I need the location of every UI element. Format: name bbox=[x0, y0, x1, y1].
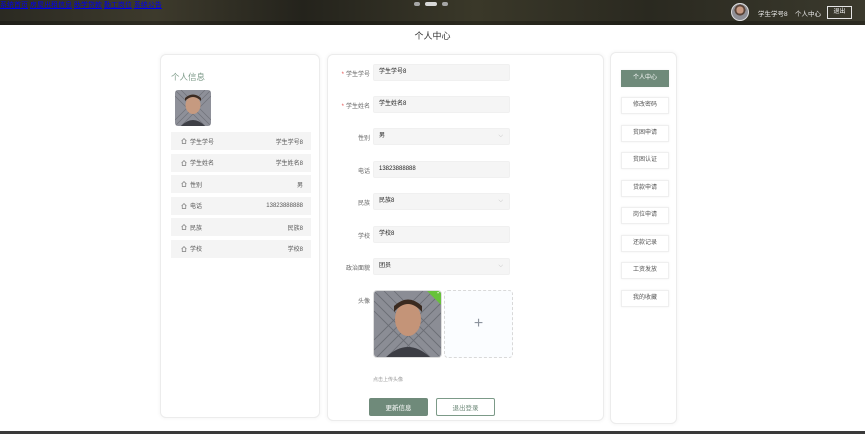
required-marker: * bbox=[341, 72, 344, 78]
check-icon: ✓ bbox=[436, 290, 442, 296]
menu-item-poverty-application[interactable]: 贫困申请 bbox=[621, 125, 669, 142]
logout-button[interactable]: 退出登录 bbox=[436, 398, 495, 416]
info-label: 性别 bbox=[190, 182, 203, 189]
field-label-school: 学校 bbox=[357, 234, 370, 240]
info-value: 民族8 bbox=[287, 225, 303, 232]
nav-item-loans[interactable]: 助学贷款 bbox=[74, 2, 102, 9]
uploaded-avatar-image[interactable]: ✓ bbox=[373, 290, 442, 358]
nav-item-rental[interactable]: 房屋出租信息 bbox=[30, 2, 72, 9]
menu-item-job-application[interactable]: 岗位申请 bbox=[621, 207, 669, 224]
menu-item-salary-payment[interactable]: 工资发放 bbox=[621, 262, 669, 279]
info-row-student-id: 学生学号 学生学号8 bbox=[171, 132, 311, 150]
student-name-input[interactable]: 学生姓名8 bbox=[373, 96, 510, 113]
menu-item-change-password[interactable]: 修改密码 bbox=[621, 97, 669, 114]
plus-icon: + bbox=[473, 315, 484, 332]
info-value: 学校8 bbox=[287, 247, 303, 253]
carousel-dot[interactable] bbox=[414, 2, 420, 6]
upload-add-button[interactable]: + bbox=[444, 290, 513, 358]
side-menu: 个人中心 修改密码 贫困申请 贫困认证 贷款申请 岗位申请 还款记录 工资发放 … bbox=[610, 52, 677, 424]
chevron-down-icon: ⌵ bbox=[498, 198, 503, 204]
carousel-dot-active[interactable] bbox=[425, 2, 437, 6]
profile-edit-form: * 学生学号 学生学号8 * 学生姓名 学生姓名8 性别 男 ⌵ 电话 1382388… bbox=[327, 54, 604, 421]
header-personal-center-link[interactable]: 个人中心 bbox=[795, 8, 821, 18]
field-label-ethnicity: 民族 bbox=[357, 201, 370, 207]
info-row-school: 学校 学校8 bbox=[171, 239, 311, 258]
menu-item-personal-center[interactable]: 个人中心 bbox=[621, 70, 669, 87]
student-id-input[interactable]: 学生学号8 bbox=[373, 64, 510, 81]
nav-item-home[interactable]: 系统首页 bbox=[0, 2, 28, 9]
info-value: 男 bbox=[296, 182, 303, 189]
menu-item-repayment-records[interactable]: 还款记录 bbox=[621, 235, 669, 252]
field-label-gender: 性别 bbox=[357, 136, 370, 142]
info-label: 电话 bbox=[190, 204, 203, 210]
home-icon bbox=[181, 224, 187, 230]
profile-info-card: 个人信息 学生学号 学生学号8 学生姓名 学生姓名8 性别 男 电话 13823… bbox=[160, 54, 320, 418]
info-label: 学校 bbox=[190, 247, 203, 253]
home-icon bbox=[181, 159, 187, 166]
info-value: 学生姓名8 bbox=[275, 161, 303, 167]
field-label-avatar: 头像 bbox=[357, 299, 370, 305]
info-value: 13823888888 bbox=[266, 202, 303, 209]
carousel-indicator bbox=[414, 2, 448, 6]
profile-info-list: 学生学号 学生学号8 学生姓名 学生姓名8 性别 男 电话 1382388888… bbox=[171, 132, 311, 261]
info-label: 学生姓名 bbox=[190, 161, 215, 167]
info-row-phone: 电话 13823888888 bbox=[171, 196, 311, 215]
home-icon bbox=[181, 138, 187, 144]
profile-info-title: 个人信息 bbox=[171, 72, 206, 82]
menu-item-poverty-certification[interactable]: 贫困认证 bbox=[621, 152, 669, 169]
top-banner: 系统首页 房屋出租信息 助学贷款 勤工岗位 系统公告 学生学号8 个人中心 退出 bbox=[0, 0, 865, 25]
carousel-dot[interactable] bbox=[442, 2, 448, 6]
field-label-student-name: * 学生姓名 bbox=[341, 104, 370, 110]
field-label-political-status: 政治面貌 bbox=[345, 266, 370, 272]
ethnicity-select[interactable]: 民族8 ⌵ bbox=[373, 193, 510, 210]
info-label: 学生学号 bbox=[190, 139, 215, 146]
update-info-button[interactable]: 更新信息 bbox=[369, 398, 428, 416]
header-user-name[interactable]: 学生学号8 bbox=[758, 8, 788, 18]
required-marker: * bbox=[341, 104, 344, 110]
upload-tip: 点击上传头像 bbox=[373, 377, 404, 383]
chevron-down-icon: ⌵ bbox=[498, 263, 503, 269]
school-input[interactable]: 学校8 bbox=[373, 226, 510, 243]
home-icon bbox=[181, 181, 187, 187]
political-status-select[interactable]: 团员 ⌵ bbox=[373, 258, 510, 275]
chevron-down-icon: ⌵ bbox=[498, 133, 503, 139]
page-title: 个人中心 bbox=[414, 31, 451, 41]
info-value: 学生学号8 bbox=[275, 139, 303, 146]
avatar[interactable] bbox=[731, 3, 749, 21]
info-row-student-name: 学生姓名 学生姓名8 bbox=[171, 153, 311, 172]
home-icon bbox=[181, 245, 187, 252]
nav-item-jobs[interactable]: 勤工岗位 bbox=[104, 2, 132, 9]
info-label: 民族 bbox=[190, 225, 203, 232]
field-label-phone: 电话 bbox=[357, 169, 370, 175]
gender-select[interactable]: 男 ⌵ bbox=[373, 128, 510, 145]
phone-input[interactable]: 13823888888 bbox=[373, 161, 510, 178]
field-label-student-id: * 学生学号 bbox=[341, 72, 370, 78]
nav-item-notices[interactable]: 系统公告 bbox=[134, 2, 162, 9]
info-row-gender: 性别 男 bbox=[171, 175, 311, 193]
menu-item-my-favorites[interactable]: 我的收藏 bbox=[621, 290, 669, 307]
profile-avatar bbox=[175, 90, 211, 126]
info-row-ethnicity: 民族 民族8 bbox=[171, 218, 311, 236]
header-logout-button[interactable]: 退出 bbox=[827, 6, 852, 19]
menu-item-loan-application[interactable]: 贷款申请 bbox=[621, 180, 669, 197]
home-icon bbox=[181, 202, 187, 209]
